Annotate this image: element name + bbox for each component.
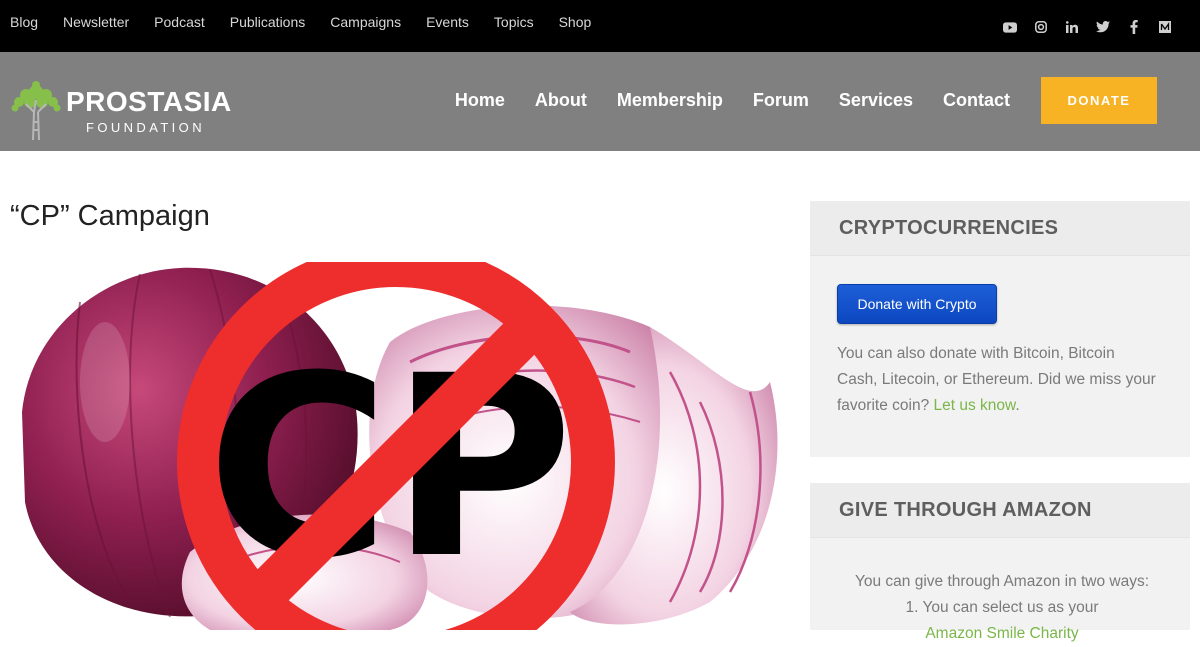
nav-contact[interactable]: Contact bbox=[943, 90, 1010, 111]
instagram-icon[interactable] bbox=[1034, 20, 1048, 34]
crypto-description-end: . bbox=[1015, 397, 1020, 414]
utility-link-events[interactable]: Events bbox=[426, 14, 469, 30]
nav-about[interactable]: About bbox=[535, 90, 587, 111]
brand-subtitle: FOUNDATION bbox=[86, 120, 205, 135]
utility-link-publications[interactable]: Publications bbox=[230, 14, 306, 30]
tree-logo-icon bbox=[11, 81, 61, 141]
campaign-hero-image: CP bbox=[10, 262, 790, 630]
donate-button[interactable]: DONATE bbox=[1041, 77, 1157, 124]
nav-forum[interactable]: Forum bbox=[753, 90, 809, 111]
twitter-icon[interactable] bbox=[1096, 20, 1110, 34]
amazon-widget-heading: GIVE THROUGH AMAZON bbox=[810, 483, 1190, 538]
main-nav: Home About Membership Forum Services Con… bbox=[455, 90, 1010, 111]
top-utility-bar: Blog Newsletter Podcast Publications Cam… bbox=[0, 0, 1200, 52]
utility-link-campaigns[interactable]: Campaigns bbox=[330, 14, 401, 30]
page-title: “CP” Campaign bbox=[10, 200, 210, 232]
brand-name: PROSTASIA bbox=[66, 86, 232, 117]
amazon-intro-text: You can give through Amazon in two ways: bbox=[854, 573, 1150, 590]
let-us-know-link[interactable]: Let us know bbox=[934, 397, 1016, 414]
crypto-widget: CRYPTOCURRENCIES Donate with Crypto You … bbox=[810, 201, 1190, 457]
amazon-item-1: 1. You can select us as your bbox=[905, 599, 1099, 616]
amazon-description: You can give through Amazon in two ways:… bbox=[837, 569, 1167, 647]
main-header: PROSTASIA FOUNDATION Home About Membersh… bbox=[0, 52, 1200, 151]
prohibition-sign-icon: CP bbox=[177, 262, 615, 630]
utility-link-shop[interactable]: Shop bbox=[559, 14, 592, 30]
youtube-icon[interactable] bbox=[1003, 20, 1017, 34]
nav-membership[interactable]: Membership bbox=[617, 90, 723, 111]
crypto-widget-heading: CRYPTOCURRENCIES bbox=[810, 201, 1190, 256]
utility-link-podcast[interactable]: Podcast bbox=[154, 14, 205, 30]
linkedin-icon[interactable] bbox=[1065, 20, 1079, 34]
donate-with-crypto-button[interactable]: Donate with Crypto bbox=[837, 284, 997, 324]
medium-icon[interactable] bbox=[1158, 20, 1172, 34]
site-logo[interactable]: PROSTASIA FOUNDATION bbox=[10, 80, 240, 144]
nav-home[interactable]: Home bbox=[455, 90, 505, 111]
utility-link-topics[interactable]: Topics bbox=[494, 14, 534, 30]
utility-nav: Blog Newsletter Podcast Publications Cam… bbox=[10, 14, 616, 30]
facebook-icon[interactable] bbox=[1127, 20, 1141, 34]
nav-services[interactable]: Services bbox=[839, 90, 913, 111]
crypto-description: You can also donate with Bitcoin, Bitcoi… bbox=[837, 341, 1157, 419]
social-links bbox=[1003, 20, 1172, 34]
utility-link-newsletter[interactable]: Newsletter bbox=[63, 14, 129, 30]
utility-link-blog[interactable]: Blog bbox=[10, 14, 38, 30]
amazon-widget: GIVE THROUGH AMAZON You can give through… bbox=[810, 483, 1190, 642]
amazon-smile-link[interactable]: Amazon Smile Charity bbox=[925, 625, 1078, 642]
